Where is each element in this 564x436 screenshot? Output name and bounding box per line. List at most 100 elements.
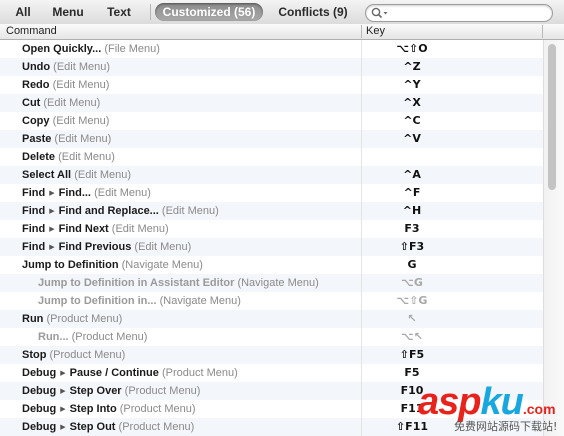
submenu-arrow-icon: ▶ — [49, 208, 55, 215]
key-binding-cell[interactable]: ^V — [362, 130, 462, 148]
command-name: Open Quickly... — [22, 43, 102, 55]
key-binding-cell[interactable]: ⌥⇧O — [362, 40, 462, 58]
table-row[interactable]: Select All (Edit Menu) ^A — [0, 166, 543, 184]
command-cell: Debug ▶ Step Into (Product Menu) — [22, 400, 196, 418]
tab-text[interactable]: Text — [98, 3, 140, 21]
key-binding-cell[interactable]: ^A — [362, 166, 462, 184]
key-binding-cell[interactable]: ⌥G — [362, 274, 462, 292]
submenu-arrow-icon: ▶ — [60, 424, 66, 431]
table-row[interactable]: Jump to Definition in Assistant Editor (… — [0, 274, 543, 292]
command-name: Step Out — [69, 421, 116, 433]
command-menu: (Edit Menu) — [54, 133, 112, 145]
table-row[interactable]: Jump to Definition (Navigate Menu) G — [0, 256, 543, 274]
command-name: Debug — [22, 403, 57, 415]
table-row[interactable]: Find ▶ Find... (Edit Menu) ^F — [0, 184, 543, 202]
command-cell: Jump to Definition (Navigate Menu) — [22, 256, 203, 274]
command-menu: (Product Menu) — [119, 403, 196, 415]
table-row[interactable]: Copy (Edit Menu) ^C — [0, 112, 543, 130]
key-binding-cell[interactable]: ^F — [362, 184, 462, 202]
key-binding-cell[interactable]: ⌥↖ — [362, 328, 462, 346]
command-name: Find — [22, 205, 46, 217]
search-input[interactable] — [390, 5, 545, 21]
tab-customized[interactable]: Customized (56) — [155, 3, 263, 21]
command-cell: Select All (Edit Menu) — [22, 166, 131, 184]
key-binding-cell[interactable]: ^Y — [362, 76, 462, 94]
command-cell: Jump to Definition in... (Navigate Menu) — [38, 292, 241, 310]
command-menu: (Edit Menu) — [134, 241, 192, 253]
table-row[interactable]: Open Quickly... (File Menu) ⌥⇧O — [0, 40, 543, 58]
command-menu: (Edit Menu) — [53, 61, 111, 73]
table-row[interactable]: Paste (Edit Menu) ^V — [0, 130, 543, 148]
submenu-arrow-icon: ▶ — [49, 244, 55, 251]
table-row[interactable]: Jump to Definition in... (Navigate Menu)… — [0, 292, 543, 310]
tab-menu[interactable]: Menu — [46, 3, 90, 21]
key-binding-cell[interactable] — [362, 148, 462, 166]
command-cell: Find ▶ Find and Replace... (Edit Menu) — [22, 202, 219, 220]
command-name: Find — [22, 241, 46, 253]
scrollbar-thumb[interactable] — [548, 44, 556, 190]
command-menu: (Edit Menu) — [43, 97, 101, 109]
command-cell: Find ▶ Find... (Edit Menu) — [22, 184, 151, 202]
command-menu: (Product Menu) — [46, 313, 123, 325]
command-name: Undo — [22, 61, 51, 73]
command-cell: Run... (Product Menu) — [38, 328, 147, 346]
command-menu: (Product Menu) — [71, 331, 148, 343]
table-row[interactable]: Redo (Edit Menu) ^Y — [0, 76, 543, 94]
key-binding-cell[interactable]: ⇧F5 — [362, 346, 462, 364]
command-name: Debug — [22, 385, 57, 397]
command-name: Select All — [22, 169, 72, 181]
command-name: Find... — [58, 187, 91, 199]
key-binding-cell[interactable]: ^Z — [362, 58, 462, 76]
table-header: Command Key — [0, 24, 564, 40]
table-row[interactable]: Delete (Edit Menu) — [0, 148, 543, 166]
command-cell: Debug ▶ Pause / Continue (Product Menu) — [22, 364, 238, 382]
table-row[interactable]: Find ▶ Find Previous (Edit Menu) ⇧F3 — [0, 238, 543, 256]
search-field[interactable] — [365, 4, 553, 22]
table-row[interactable]: Cut (Edit Menu) ^X — [0, 94, 543, 112]
table-row[interactable]: Find ▶ Find Next (Edit Menu) F3 — [0, 220, 543, 238]
command-cell: Cut (Edit Menu) — [22, 94, 100, 112]
column-divider[interactable] — [542, 25, 543, 38]
tab-conflicts[interactable]: Conflicts (9) — [270, 3, 356, 21]
command-name: Debug — [22, 421, 57, 433]
key-binding-cell[interactable]: ^H — [362, 202, 462, 220]
command-cell: Jump to Definition in Assistant Editor (… — [38, 274, 319, 292]
key-binding-cell[interactable]: F3 — [362, 220, 462, 238]
watermark-brand-b: ku — [480, 381, 523, 423]
submenu-arrow-icon: ▶ — [49, 226, 55, 233]
key-binding-cell[interactable]: ⌥⇧G — [362, 292, 462, 310]
table-row[interactable]: Run... (Product Menu) ⌥↖ — [0, 328, 543, 346]
command-cell: Undo (Edit Menu) — [22, 58, 110, 76]
command-name: Redo — [22, 79, 50, 91]
key-bindings-table[interactable]: Open Quickly... (File Menu) ⌥⇧O Undo (Edit… — [0, 40, 543, 436]
command-name: Debug — [22, 367, 57, 379]
key-binding-cell[interactable]: G — [362, 256, 462, 274]
tab-all[interactable]: All — [8, 3, 38, 21]
table-row[interactable]: Find ▶ Find and Replace... (Edit Menu) ^H — [0, 202, 543, 220]
column-header-key[interactable]: Key — [366, 24, 385, 39]
column-divider[interactable] — [361, 25, 362, 38]
table-row[interactable]: Stop (Product Menu) ⇧F5 — [0, 346, 543, 364]
table-row[interactable]: Undo (Edit Menu) ^Z — [0, 58, 543, 76]
submenu-arrow-icon: ▶ — [49, 190, 55, 197]
key-binding-cell[interactable]: ^X — [362, 94, 462, 112]
key-binding-cell[interactable]: ⇧F3 — [362, 238, 462, 256]
command-menu: (Product Menu) — [161, 367, 238, 379]
command-name: Jump to Definition in... — [38, 295, 157, 307]
command-menu: (Edit Menu) — [111, 223, 169, 235]
watermark-brand-c: .com — [522, 401, 556, 417]
search-icon[interactable] — [371, 7, 389, 19]
command-menu: (Navigate Menu) — [121, 259, 203, 271]
watermark-subtitle: 免费网站源码下载站! — [454, 420, 558, 433]
key-binding-cell[interactable]: ^C — [362, 112, 462, 130]
table-row[interactable]: Run (Product Menu) ↖ — [0, 310, 543, 328]
command-cell: Redo (Edit Menu) — [22, 76, 109, 94]
command-name: Jump to Definition in Assistant Editor — [38, 277, 235, 289]
watermark-brand-a: asp — [418, 381, 481, 423]
command-menu: (Edit Menu) — [52, 115, 110, 127]
column-header-command[interactable]: Command — [6, 24, 57, 39]
submenu-arrow-icon: ▶ — [60, 370, 66, 377]
toolbar-divider — [150, 4, 151, 20]
key-binding-cell[interactable]: ↖ — [362, 310, 462, 328]
command-name: Step Over — [69, 385, 122, 397]
